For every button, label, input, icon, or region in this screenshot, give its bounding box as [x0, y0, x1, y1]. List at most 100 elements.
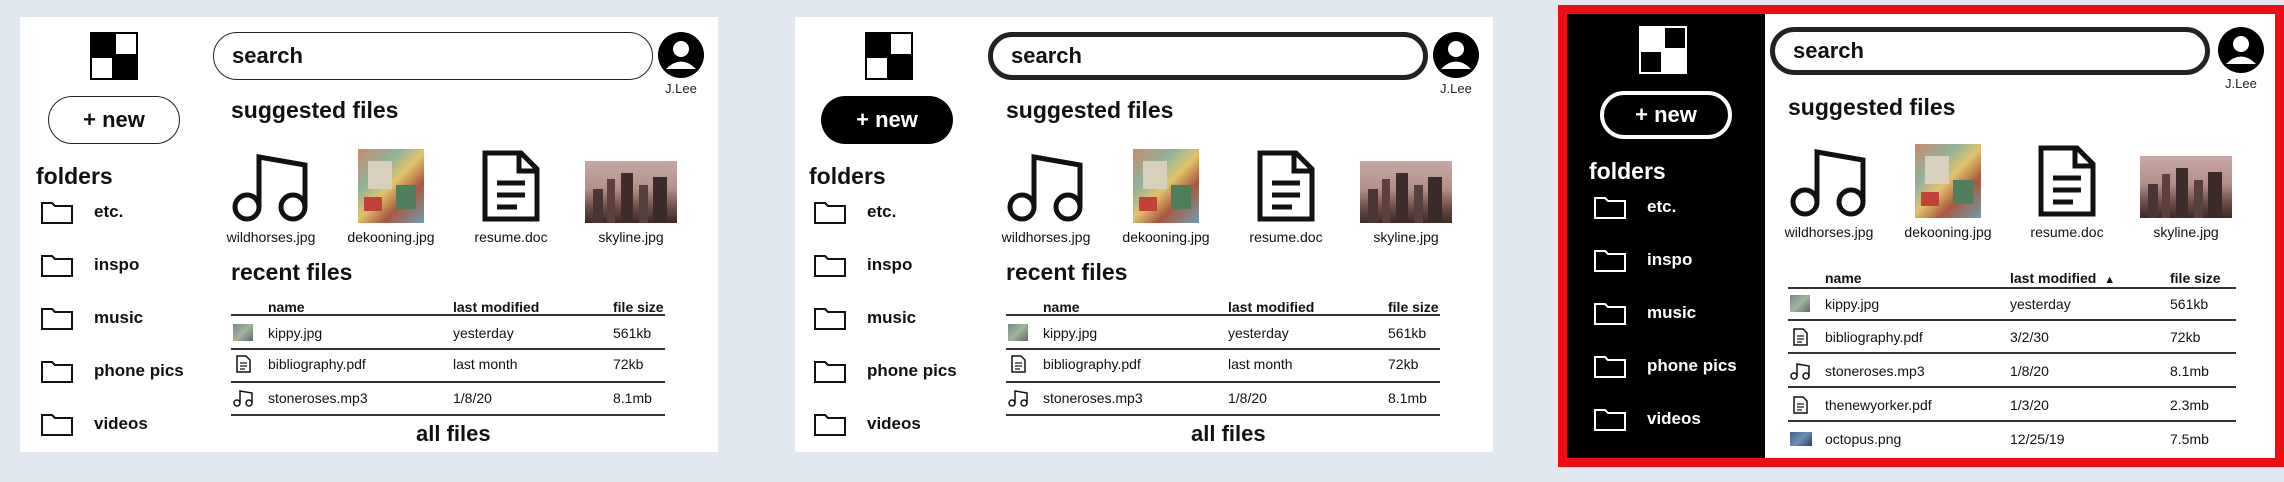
- user-name: J.Lee: [665, 81, 697, 96]
- file-name: bibliography.pdf: [268, 356, 366, 372]
- search-input[interactable]: search: [1770, 27, 2210, 75]
- file-name: kippy.jpg: [1043, 325, 1098, 341]
- folder-item-etc[interactable]: etc.: [40, 199, 123, 225]
- table-row[interactable]: bibliography.pdf last month 72kb: [1006, 349, 1440, 379]
- file-size: 8.1mb: [2170, 363, 2209, 379]
- suggested-file-label: skyline.jpg: [598, 229, 664, 245]
- table-row[interactable]: bibliography.pdf last month 72kb: [231, 349, 665, 379]
- folder-item-music[interactable]: music: [1593, 300, 1696, 326]
- table-row[interactable]: octopus.png 12/25/19 7.5mb: [1788, 424, 2236, 454]
- folder-icon: [41, 255, 73, 277]
- suggested-file[interactable]: wildhorses.jpg: [991, 147, 1101, 245]
- search-input[interactable]: search: [213, 32, 653, 80]
- column-name[interactable]: name: [1043, 299, 1080, 315]
- image-thumbnail: [233, 324, 253, 341]
- folder-item-inspo[interactable]: inspo: [813, 252, 912, 278]
- all-files-link[interactable]: all files: [1191, 421, 1266, 447]
- file-modified: yesterday: [2010, 296, 2071, 312]
- folder-label: music: [94, 308, 144, 327]
- folder-icon: [814, 414, 846, 436]
- new-button[interactable]: + new: [48, 96, 180, 144]
- file-modified: yesterday: [453, 325, 514, 341]
- suggested-file[interactable]: skyline.jpg: [1351, 147, 1461, 245]
- screen-default: search J.Lee + new folders etc. inspo mu…: [20, 17, 718, 452]
- file-name: kippy.jpg: [1825, 296, 1880, 312]
- folder-item-inspo[interactable]: inspo: [40, 252, 139, 278]
- column-file-size[interactable]: file size: [2170, 270, 2221, 286]
- suggested-file[interactable]: dekooning.jpg: [1893, 142, 2003, 240]
- folder-item-etc[interactable]: etc.: [813, 199, 896, 225]
- column-name[interactable]: name: [268, 299, 305, 315]
- table-row[interactable]: kippy.jpg yesterday 561kb: [1788, 289, 2236, 319]
- folder-item-videos[interactable]: videos: [813, 411, 921, 437]
- folder-icon: [41, 202, 73, 224]
- file-modified: 12/25/19: [2010, 431, 2065, 447]
- folder-label: etc.: [1647, 197, 1677, 216]
- folder-icon: [1594, 356, 1626, 378]
- column-last-modified[interactable]: last modified ▲: [2010, 270, 2115, 286]
- folder-item-etc[interactable]: etc.: [1593, 194, 1676, 220]
- column-label: last modified: [2010, 270, 2097, 286]
- folder-icon: [1594, 197, 1626, 219]
- table-row[interactable]: bibliography.pdf 3/2/30 72kb: [1788, 322, 2236, 352]
- divider: [1006, 414, 1440, 416]
- table-row[interactable]: kippy.jpg yesterday 561kb: [1006, 318, 1440, 348]
- suggested-file[interactable]: resume.doc: [456, 147, 566, 245]
- column-last-modified[interactable]: last modified: [453, 299, 539, 315]
- column-file-size[interactable]: file size: [613, 299, 664, 315]
- suggested-file[interactable]: dekooning.jpg: [1111, 147, 1221, 245]
- folder-item-videos[interactable]: videos: [40, 411, 148, 437]
- abstract-painting-thumbnail: [1915, 144, 1981, 218]
- avatar-icon[interactable]: [1433, 32, 1479, 78]
- divider: [1788, 420, 2236, 422]
- folders-title: folders: [36, 163, 113, 189]
- folder-label: phone pics: [1647, 356, 1737, 375]
- all-files-link[interactable]: all files: [416, 421, 491, 447]
- divider: [1788, 386, 2236, 388]
- avatar-icon[interactable]: [2218, 27, 2264, 73]
- suggested-file[interactable]: resume.doc: [1231, 147, 1341, 245]
- folder-label: music: [1647, 303, 1697, 322]
- suggested-file[interactable]: dekooning.jpg: [336, 147, 446, 245]
- folder-item-phone-pics[interactable]: phone pics: [1593, 353, 1737, 379]
- search-input[interactable]: search: [988, 32, 1428, 80]
- sort-ascending-icon: ▲: [2104, 274, 2116, 286]
- suggested-file[interactable]: resume.doc: [2012, 142, 2122, 240]
- table-row[interactable]: stoneroses.mp3 1/8/20 8.1mb: [1006, 383, 1440, 413]
- folder-item-music[interactable]: music: [40, 305, 143, 331]
- file-size: 7.5mb: [2170, 431, 2209, 447]
- column-name[interactable]: name: [1825, 270, 1862, 286]
- folder-item-phone-pics[interactable]: phone pics: [40, 358, 184, 384]
- file-modified: yesterday: [1228, 325, 1289, 341]
- suggested-file[interactable]: wildhorses.jpg: [1774, 142, 1884, 240]
- city-skyline-thumbnail: [1360, 161, 1452, 223]
- document-icon: [1793, 328, 1808, 346]
- folder-item-phone-pics[interactable]: phone pics: [813, 358, 957, 384]
- table-row[interactable]: stoneroses.mp3 1/8/20 8.1mb: [231, 383, 665, 413]
- user-name: J.Lee: [1440, 81, 1472, 96]
- folder-item-music[interactable]: music: [813, 305, 916, 331]
- column-last-modified[interactable]: last modified: [1228, 299, 1314, 315]
- folder-item-videos[interactable]: videos: [1593, 406, 1701, 432]
- table-row[interactable]: thenewyorker.pdf 1/3/20 2.3mb: [1788, 390, 2236, 420]
- column-file-size[interactable]: file size: [1388, 299, 1439, 315]
- screen-all-files: search J.Lee + new folders etc. inspo mu…: [1558, 5, 2284, 467]
- file-size: 72kb: [613, 356, 644, 372]
- city-skyline-thumbnail: [585, 161, 677, 223]
- user-name: J.Lee: [2225, 76, 2257, 91]
- avatar-icon[interactable]: [658, 32, 704, 78]
- new-button[interactable]: + new: [821, 96, 953, 144]
- table-row[interactable]: kippy.jpg yesterday 561kb: [231, 318, 665, 348]
- file-size: 72kb: [2170, 329, 2201, 345]
- folder-icon: [814, 308, 846, 330]
- folder-item-inspo[interactable]: inspo: [1593, 247, 1692, 273]
- new-button[interactable]: + new: [1600, 91, 1732, 139]
- file-name: stoneroses.mp3: [268, 390, 368, 406]
- suggested-file[interactable]: skyline.jpg: [2131, 142, 2241, 240]
- folder-label: videos: [867, 414, 921, 433]
- suggested-file[interactable]: skyline.jpg: [576, 147, 686, 245]
- suggested-file[interactable]: wildhorses.jpg: [216, 147, 326, 245]
- table-row[interactable]: stoneroses.mp3 1/8/20 8.1mb: [1788, 356, 2236, 386]
- folders-title: folders: [1589, 158, 1666, 184]
- divider: [231, 414, 665, 416]
